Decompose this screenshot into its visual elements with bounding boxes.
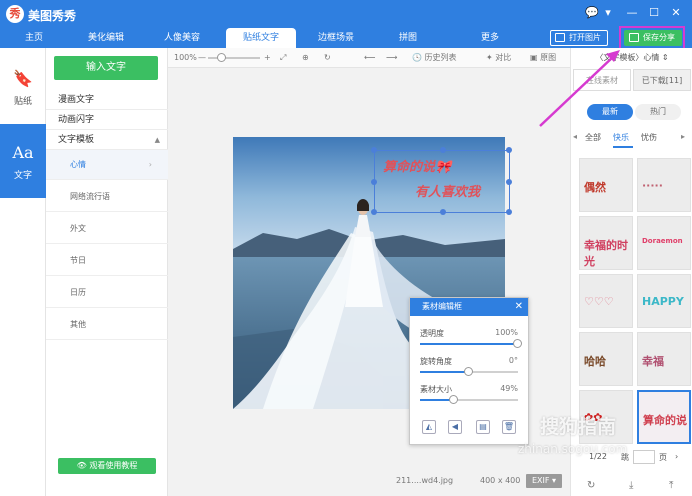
watermark-text: 搜狗指南	[540, 416, 617, 438]
watermark-url: zhinan.sogou.com	[518, 442, 628, 456]
